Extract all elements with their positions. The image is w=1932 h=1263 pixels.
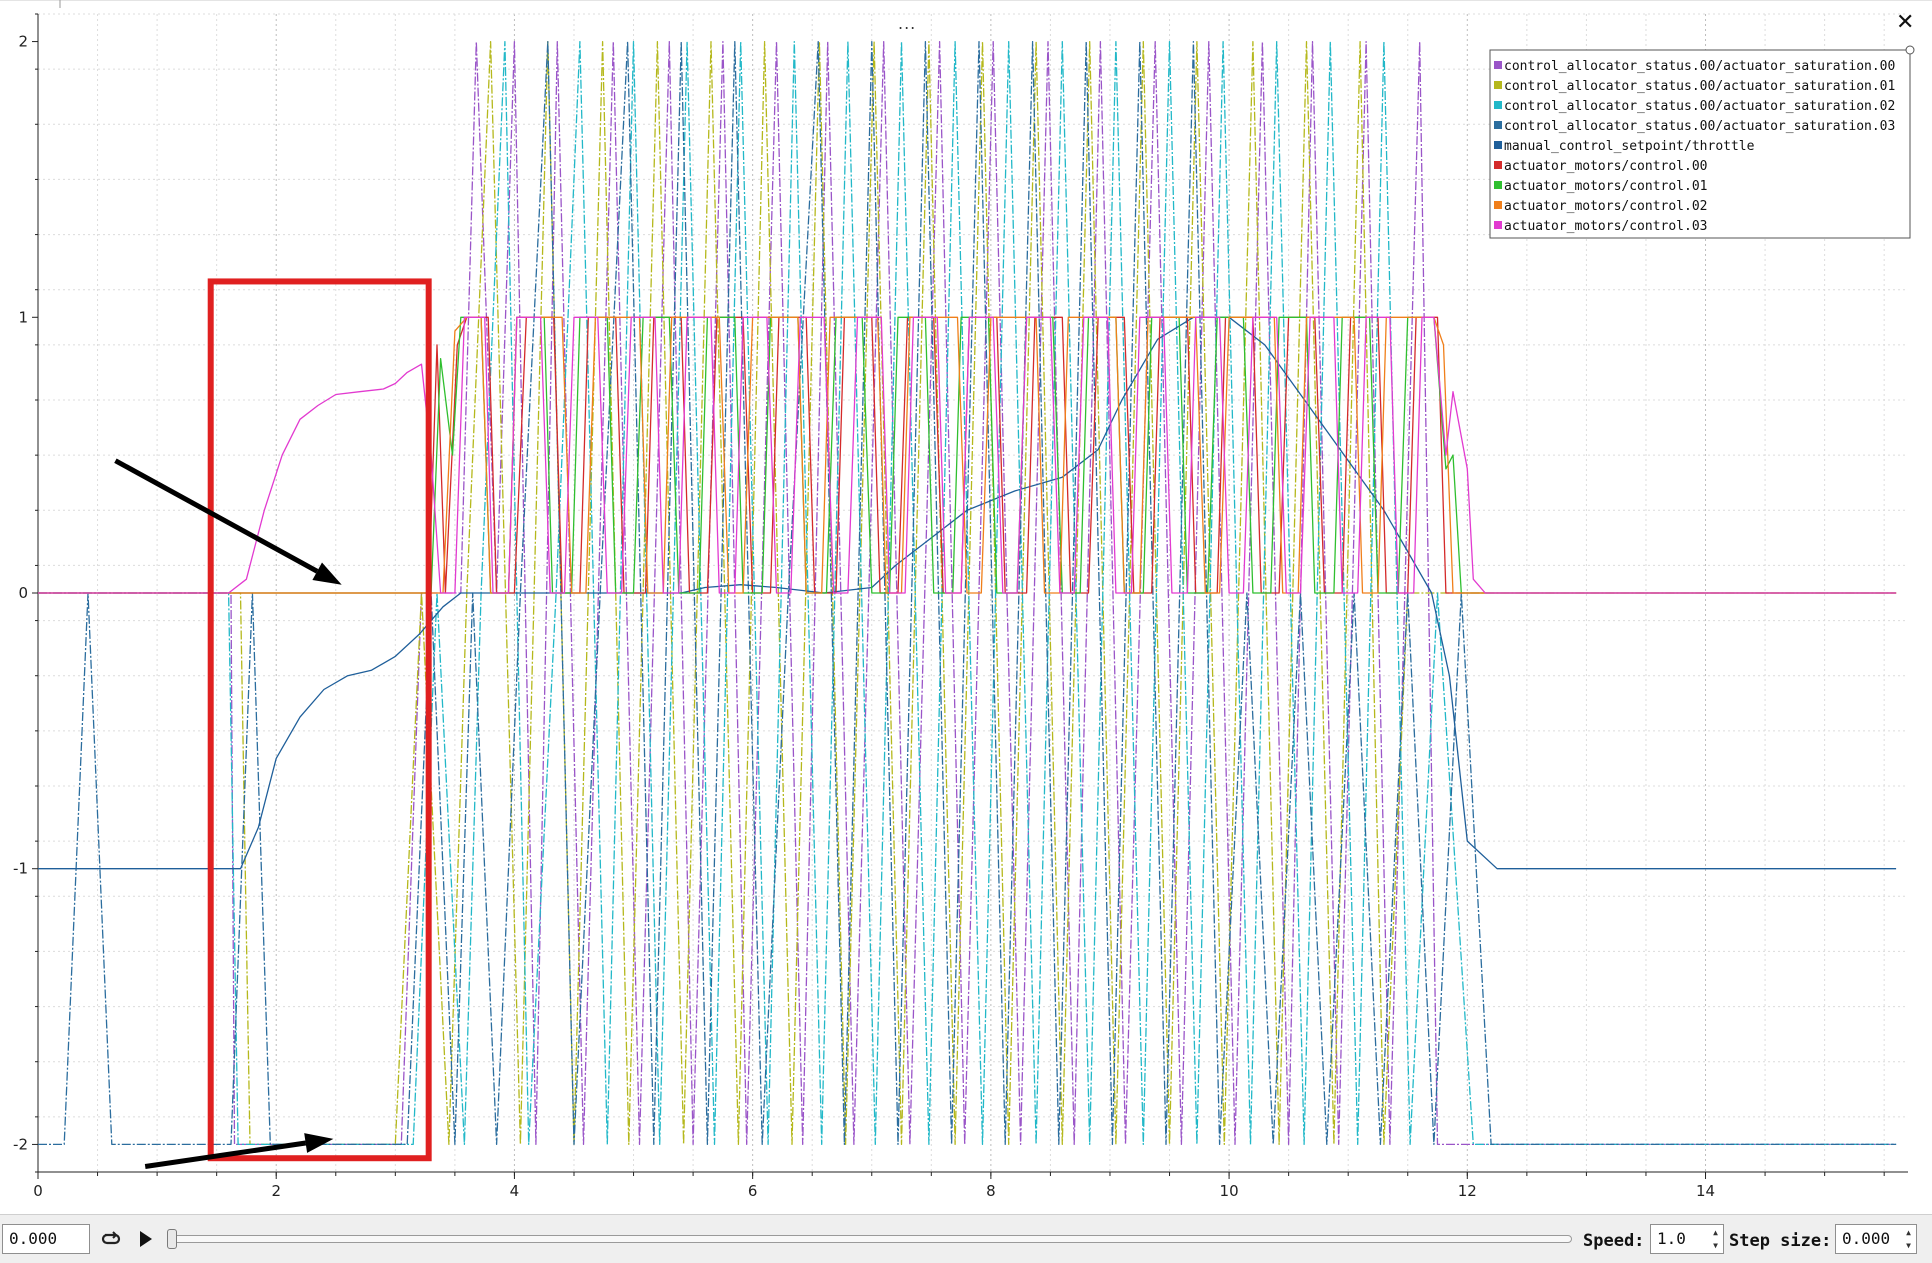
y-tick-label: -1: [13, 860, 28, 878]
legend-swatch: [1494, 141, 1502, 149]
speed-label: Speed:: [1583, 1231, 1645, 1251]
legend-swatch: [1494, 81, 1502, 89]
close-icon[interactable]: ✕: [1896, 12, 1914, 34]
speed-input[interactable]: 1.0 ▲ ▼: [1650, 1224, 1724, 1254]
step-size-value: 0.000: [1842, 1229, 1891, 1248]
x-tick-label: 2: [271, 1182, 281, 1200]
legend-entry[interactable]: actuator_motors/control.00: [1504, 159, 1708, 174]
step-spin-arrows[interactable]: ▲ ▼: [1902, 1226, 1915, 1252]
legend-swatch: [1494, 161, 1502, 169]
x-tick-label: 6: [748, 1182, 758, 1200]
x-tick-label: 0: [33, 1182, 43, 1200]
time-slider-handle[interactable]: [167, 1229, 177, 1249]
speed-spin-arrows[interactable]: ▲ ▼: [1709, 1226, 1722, 1252]
legend-entry[interactable]: control_allocator_status.00/actuator_sat…: [1504, 119, 1895, 134]
legend-entry[interactable]: actuator_motors/control.03: [1504, 219, 1708, 234]
x-tick-label: 12: [1458, 1182, 1477, 1200]
y-tick-label: -2: [13, 1135, 28, 1153]
step-size-label: Step size:: [1729, 1231, 1832, 1251]
loop-icon[interactable]: [99, 1227, 123, 1251]
legend-entry[interactable]: actuator_motors/control.01: [1504, 179, 1708, 194]
chevron-up-icon[interactable]: ▲: [1902, 1226, 1915, 1239]
legend-entry[interactable]: control_allocator_status.00/actuator_sat…: [1504, 79, 1895, 94]
legend-entry[interactable]: control_allocator_status.00/actuator_sat…: [1504, 59, 1895, 74]
legend-swatch: [1494, 61, 1502, 69]
time-slider-track[interactable]: [170, 1235, 1572, 1243]
legend[interactable]: control_allocator_status.00/actuator_sat…: [1489, 45, 1915, 239]
legend-swatch: [1494, 121, 1502, 129]
legend-entry[interactable]: control_allocator_status.00/actuator_sat…: [1504, 99, 1895, 114]
speed-value: 1.0: [1657, 1229, 1686, 1248]
legend-resize-handle[interactable]: [1905, 45, 1915, 55]
legend-entry[interactable]: actuator_motors/control.02: [1504, 199, 1708, 214]
plot-area[interactable]: 0 2 4 6 8 10 12 14210-1-2 control_allocator_sta…: [0, 0, 1932, 1214]
x-tick-label: 14: [1696, 1182, 1715, 1200]
legend-swatch: [1494, 221, 1502, 229]
time-input[interactable]: 0.000: [2, 1224, 90, 1254]
chevron-down-icon[interactable]: ▼: [1709, 1239, 1722, 1252]
y-tick-label: 1: [18, 308, 28, 326]
chevron-up-icon[interactable]: ▲: [1709, 1226, 1722, 1239]
legend-swatch: [1494, 181, 1502, 189]
chevron-down-icon[interactable]: ▼: [1902, 1239, 1915, 1252]
time-value: 0.000: [9, 1229, 58, 1248]
playback-toolbar: 0.000 Speed: 1.0 ▲ ▼ Step size: 0.000 ▲ ▼: [0, 1214, 1932, 1263]
x-tick-label: 8: [986, 1182, 996, 1200]
legend-entry[interactable]: manual_control_setpoint/throttle: [1504, 139, 1755, 154]
y-tick-label: 2: [18, 33, 28, 51]
x-tick-label: 10: [1220, 1182, 1239, 1200]
x-tick-label: 4: [510, 1182, 520, 1200]
legend-swatch: [1494, 101, 1502, 109]
play-icon[interactable]: [133, 1227, 157, 1251]
y-tick-label: 0: [18, 584, 28, 602]
window-menu-ellipsis[interactable]: ...: [898, 14, 916, 33]
legend-swatch: [1494, 201, 1502, 209]
step-size-input[interactable]: 0.000 ▲ ▼: [1835, 1224, 1917, 1254]
